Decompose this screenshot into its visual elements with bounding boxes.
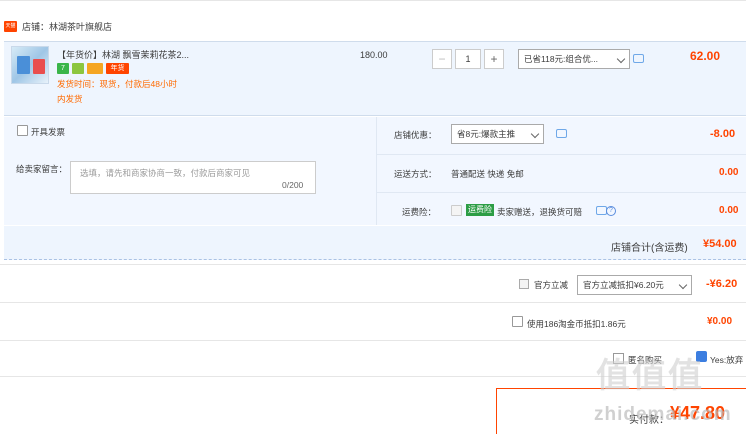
shop-header: 天猫 店铺：林湖茶叶旗舰店 <box>0 16 112 36</box>
options-divider-vertical <box>376 117 377 225</box>
coins-value: ¥0.00 <box>707 316 733 327</box>
tmall-icon: 天猫 <box>4 20 17 32</box>
chevron-down-icon <box>530 129 540 139</box>
coins-checkbox[interactable] <box>512 316 523 327</box>
shipping-cost: 0.00 <box>719 167 739 178</box>
divider <box>0 302 746 303</box>
product-image-pack-blue <box>17 56 30 74</box>
platform-discount-value: -¥6.20 <box>706 278 738 290</box>
message-placeholder: 选填，请先和商家协商一致，付款后商家可见 <box>80 168 251 178</box>
unit-price: 180.00 <box>360 50 388 60</box>
message-label: 给卖家留言： <box>16 164 68 174</box>
watermark-logo: 值值值 <box>596 357 704 395</box>
seven-day-return-icon: 7 <box>57 63 69 74</box>
watermark-text: zhidemai.com <box>594 404 732 425</box>
options-divider-2 <box>376 192 746 193</box>
options-divider-1 <box>376 154 746 155</box>
shop-discount-select-value: 省8元:爆款主推 <box>457 129 516 139</box>
product-badges: 7 年货 <box>57 63 129 74</box>
coins-label: 使用186淘金币抵扣1.86元 <box>527 319 626 329</box>
product-title-link[interactable]: 【年货价】林湖 飘雪茉莉花茶2... <box>57 48 189 61</box>
chat-icon[interactable] <box>633 54 644 63</box>
insurance-cost: 0.00 <box>719 205 739 216</box>
chevron-down-icon <box>616 54 626 64</box>
platform-discount-checkbox[interactable] <box>519 279 529 289</box>
chevron-down-icon <box>678 280 688 290</box>
invoice-label: 开具发票 <box>31 127 66 137</box>
message-char-count: 0/200 <box>282 180 304 190</box>
insurance-text: 卖家赠送，退换货可赔 <box>497 207 583 217</box>
ship-time-text: 发货时间：现货，付款后48小时 <box>57 79 177 89</box>
shop-discount-label: 店铺优惠： <box>394 130 437 140</box>
shop-discount-select[interactable]: 省8元:爆款主推 <box>451 124 544 144</box>
insurance-label: 运费险： <box>402 207 437 217</box>
item-discount-select[interactable]: 已省118元:组合优... <box>518 49 630 69</box>
ship-time-text-cont: 内发货 <box>57 94 83 104</box>
item-total: 62.00 <box>690 49 721 63</box>
shop-discount-value: -8.00 <box>710 128 736 140</box>
invoice-checkbox[interactable] <box>17 125 28 136</box>
credit-card-icon <box>87 63 103 74</box>
top-divider <box>0 0 746 1</box>
chat-icon[interactable] <box>556 129 567 138</box>
insurance-badge: 运费险 <box>466 204 494 216</box>
platform-discount-label: 官方立减 <box>534 280 569 290</box>
product-image-pack-red <box>33 59 45 74</box>
shipping-method: 普通配送 快递 免邮 <box>451 169 524 179</box>
item-discount-select-value: 已省118元:组合优... <box>524 54 598 64</box>
help-icon[interactable]: ? <box>606 206 616 216</box>
divider <box>0 264 746 265</box>
platform-discount-select[interactable]: 官方立减抵扣¥6.20元 <box>577 275 692 295</box>
platform-discount-select-value: 官方立减抵扣¥6.20元 <box>583 280 664 290</box>
footer-right-label: Yes:放弃 <box>710 355 744 365</box>
shop-name-link[interactable]: 店铺：林湖茶叶旗舰店 <box>22 20 112 33</box>
decrease-button[interactable]: − <box>432 49 452 69</box>
quantity-input[interactable]: 1 <box>455 49 481 69</box>
shop-total-value: ¥54.00 <box>703 238 737 250</box>
shop-total-label: 店铺合计(含运费) <box>611 243 688 254</box>
divider <box>0 340 746 341</box>
guarantee-icon <box>72 63 84 74</box>
new-year-badge: 年货 <box>106 63 129 74</box>
increase-button[interactable]: + <box>484 49 504 69</box>
insurance-checkbox[interactable] <box>451 205 462 216</box>
shipping-label: 运送方式： <box>394 169 437 179</box>
quantity-stepper: − 1 + <box>432 49 504 69</box>
